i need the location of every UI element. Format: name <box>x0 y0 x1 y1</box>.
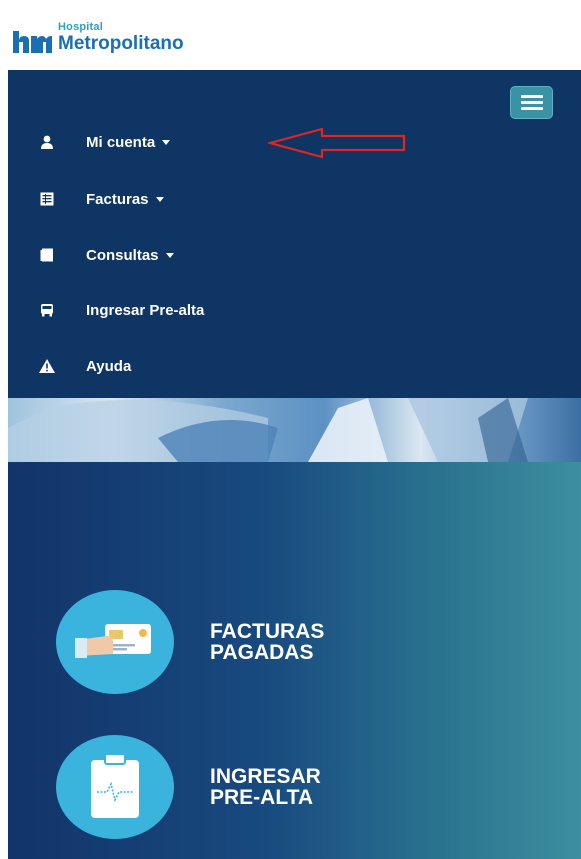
invoice-icon <box>38 190 56 208</box>
feature-label-line: INGRESAR <box>210 765 321 788</box>
feature-label: FACTURAS PAGADAS <box>210 621 324 663</box>
logo-text-big: Metropolitano <box>58 33 184 54</box>
nav-item-label: Ayuda <box>86 357 132 375</box>
feature-label: INGRESAR PRE-ALTA <box>210 766 321 808</box>
navbar-toggle-button[interactable] <box>510 86 553 119</box>
documents-icon <box>38 246 56 264</box>
nav-item-consultas[interactable]: Consultas <box>38 243 174 267</box>
feature-label-line: PAGADAS <box>210 641 314 664</box>
caret-down-icon <box>162 139 171 145</box>
hm-logo-icon <box>13 31 52 53</box>
banner-photo <box>8 398 528 462</box>
feature-ingresar-pre-alta[interactable]: INGRESAR PRE-ALTA <box>56 735 321 839</box>
site-header: Hospital Metropolitano <box>0 0 581 70</box>
caret-down-icon <box>165 252 174 258</box>
annotation-arrow-icon <box>268 127 406 159</box>
nav-item-ayuda[interactable]: Ayuda <box>38 354 131 378</box>
user-icon <box>38 133 56 151</box>
nav-item-mi-cuenta[interactable]: Mi cuenta <box>38 130 171 154</box>
feature-label-line: PRE-ALTA <box>210 786 314 809</box>
hero-section: FACTURAS PAGADAS INGRESAR PRE-ALTA <box>8 462 581 859</box>
hospital-logo[interactable]: Hospital Metropolitano <box>12 22 184 53</box>
clipboard-heartbeat-icon <box>56 735 174 839</box>
nav-item-label: Facturas <box>86 190 149 208</box>
hero-banner-image <box>8 398 581 462</box>
hamburger-menu-icon <box>521 101 543 104</box>
hamburger-menu-icon <box>521 107 543 110</box>
nav-item-label: Ingresar Pre-alta <box>86 301 205 319</box>
main-navbar: Mi cuenta Facturas Consultas Ingresar Pr… <box>8 70 581 398</box>
feature-label-line: FACTURAS <box>210 620 325 643</box>
nav-item-label: Mi cuenta <box>86 133 156 151</box>
caret-down-icon <box>155 196 164 202</box>
logo-text-small: Hospital <box>58 21 103 33</box>
warning-icon <box>38 357 56 375</box>
hamburger-menu-icon <box>521 95 543 98</box>
nav-item-label: Consultas <box>86 246 159 264</box>
nav-item-ingresar-pre-alta[interactable]: Ingresar Pre-alta <box>38 298 204 322</box>
nav-item-facturas[interactable]: Facturas <box>38 187 164 211</box>
payment-card-icon <box>56 590 174 694</box>
feature-facturas-pagadas[interactable]: FACTURAS PAGADAS <box>56 590 324 694</box>
bus-icon <box>38 301 56 319</box>
